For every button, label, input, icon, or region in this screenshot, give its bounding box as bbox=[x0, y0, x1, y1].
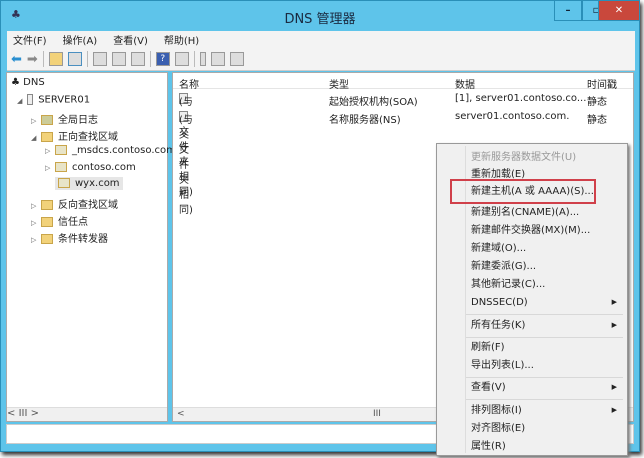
tree-item-forward-zones[interactable]: ◢ 正向查找区域 bbox=[31, 128, 118, 143]
horizontal-scrollbar[interactable]: < III > bbox=[7, 407, 167, 421]
collapsed-arrow-icon[interactable]: ▷ bbox=[31, 202, 41, 210]
tree-item-msdcs[interactable]: ▷ _msdcs.contoso.com bbox=[45, 145, 176, 156]
column-timestamp[interactable]: 时间戳 bbox=[587, 76, 617, 91]
menu-item-new-alias[interactable]: 新建别名(CNAME)(A)... bbox=[466, 204, 623, 221]
expanded-arrow-icon[interactable]: ◢ bbox=[31, 134, 41, 142]
submenu-arrow-icon: ▶ bbox=[611, 406, 617, 414]
minimize-button[interactable]: – bbox=[554, 1, 582, 21]
menu-bar: 文件(F) 操作(A) 查看(V) 帮助(H) bbox=[7, 31, 635, 48]
show-hide-tree-icon[interactable] bbox=[67, 52, 82, 66]
tree-item-trust-points[interactable]: ▷ 信任点 bbox=[31, 213, 88, 228]
close-button[interactable]: ✕ bbox=[598, 1, 640, 21]
tree-item-dns[interactable]: ♣ DNS bbox=[11, 77, 45, 88]
column-data[interactable]: 数据 bbox=[455, 76, 475, 91]
window-title: DNS 管理器 bbox=[284, 12, 356, 27]
menu-item-all-tasks[interactable]: 所有任务(K) ▶ bbox=[466, 317, 623, 334]
menu-help[interactable]: 帮助(H) bbox=[164, 32, 199, 47]
table-row[interactable]: (与父文件夹相同) 名称服务器(NS) server01.contoso.com… bbox=[173, 111, 633, 216]
tree-item-global-logs[interactable]: ▷ 全局日志 bbox=[31, 111, 98, 126]
forward-icon[interactable]: ➡ bbox=[27, 52, 38, 67]
folder-icon bbox=[41, 217, 53, 227]
table-row[interactable]: (与父文件夹相同) 起始授权机构(SOA) [1], server01.cont… bbox=[173, 93, 633, 198]
up-folder-icon[interactable] bbox=[48, 52, 63, 66]
tree-pane: ♣ DNS ◢ SERVER01 ▷ 全局日志 ◢ 正向查找区域 ▷ _msdcs.c… bbox=[6, 72, 176, 422]
menu-item-new-delegation[interactable]: 新建委派(G)... bbox=[466, 258, 623, 275]
scroll-thumb[interactable]: III bbox=[19, 408, 28, 419]
menu-item-properties[interactable]: 属性(R) bbox=[466, 438, 623, 455]
scroll-right-button[interactable]: > bbox=[31, 408, 39, 419]
zone-icon bbox=[55, 145, 67, 155]
folder-icon bbox=[41, 200, 53, 210]
export-icon[interactable] bbox=[130, 52, 145, 66]
help-icon[interactable]: ? bbox=[155, 52, 170, 66]
menu-action[interactable]: 操作(A) bbox=[63, 32, 98, 47]
scroll-thumb[interactable]: III bbox=[373, 409, 381, 419]
list-icon[interactable] bbox=[210, 52, 225, 66]
tree-item-server[interactable]: ◢ SERVER01 bbox=[17, 94, 90, 106]
highlight-annotation bbox=[450, 179, 596, 204]
server-icon[interactable] bbox=[199, 52, 206, 66]
delete-icon[interactable] bbox=[92, 52, 107, 66]
title-bar: ♣ DNS 管理器 – ▫ ✕ bbox=[1, 1, 640, 31]
tree-item-conditional-forwarders[interactable]: ▷ 条件转发器 bbox=[31, 230, 108, 245]
menu-item-refresh[interactable]: 刷新(F) bbox=[466, 339, 623, 356]
tree-item-contoso[interactable]: ▷ contoso.com bbox=[45, 162, 136, 173]
submenu-arrow-icon: ▶ bbox=[611, 383, 617, 391]
menu-item-view[interactable]: 查看(V) ▶ bbox=[466, 379, 623, 396]
collapsed-arrow-icon[interactable]: ▷ bbox=[31, 117, 41, 125]
collapsed-arrow-icon[interactable]: ▷ bbox=[31, 236, 41, 244]
folder-icon bbox=[41, 132, 53, 142]
collapsed-arrow-icon[interactable]: ▷ bbox=[31, 219, 41, 227]
server-icon bbox=[27, 94, 33, 105]
scroll-left-button[interactable]: < bbox=[7, 408, 15, 419]
zone-icon bbox=[55, 162, 67, 172]
menu-item-line-up-icons[interactable]: 对齐图标(E) bbox=[466, 420, 623, 437]
menu-item-new-mx[interactable]: 新建邮件交换器(MX)(M)... bbox=[466, 222, 623, 239]
back-icon[interactable]: ⬅ bbox=[11, 52, 22, 67]
log-icon bbox=[41, 115, 53, 125]
menu-item-update-server-data[interactable]: 更新服务器数据文件(U) bbox=[466, 149, 623, 166]
column-name[interactable]: 名称 bbox=[179, 76, 199, 91]
menu-view[interactable]: 查看(V) bbox=[113, 32, 148, 47]
menu-item-dnssec[interactable]: DNSSEC(D) ▶ bbox=[466, 294, 623, 311]
toolbar: ⬅ ➡ ? bbox=[7, 48, 635, 71]
tree-item-wyx-selected[interactable]: wyx.com bbox=[55, 177, 123, 190]
refresh-icon[interactable] bbox=[111, 52, 126, 66]
collapsed-arrow-icon[interactable]: ▷ bbox=[45, 164, 55, 172]
zone-icon bbox=[58, 178, 70, 188]
tree-item-reverse-zones[interactable]: ▷ 反向查找区域 bbox=[31, 196, 118, 211]
expanded-arrow-icon[interactable]: ◢ bbox=[17, 97, 27, 105]
scroll-left-button[interactable]: < bbox=[177, 409, 185, 419]
menu-item-arrange-icons[interactable]: 排列图标(I) ▶ bbox=[466, 402, 623, 419]
menu-item-new-domain[interactable]: 新建域(O)... bbox=[466, 240, 623, 257]
folder-icon bbox=[41, 234, 53, 244]
menu-item-export-list[interactable]: 导出列表(L)... bbox=[466, 357, 623, 374]
zone-icon[interactable] bbox=[229, 52, 244, 66]
submenu-arrow-icon: ▶ bbox=[611, 321, 617, 329]
collapsed-arrow-icon[interactable]: ▷ bbox=[45, 147, 55, 155]
dns-icon: ♣ bbox=[11, 77, 24, 88]
menu-file[interactable]: 文件(F) bbox=[13, 32, 47, 47]
list-header: 名称 类型 数据 时间戳 bbox=[173, 73, 633, 91]
column-type[interactable]: 类型 bbox=[329, 76, 349, 91]
menu-item-other-records[interactable]: 其他新记录(C)... bbox=[466, 276, 623, 293]
properties-icon[interactable] bbox=[174, 52, 189, 66]
submenu-arrow-icon: ▶ bbox=[611, 298, 617, 306]
